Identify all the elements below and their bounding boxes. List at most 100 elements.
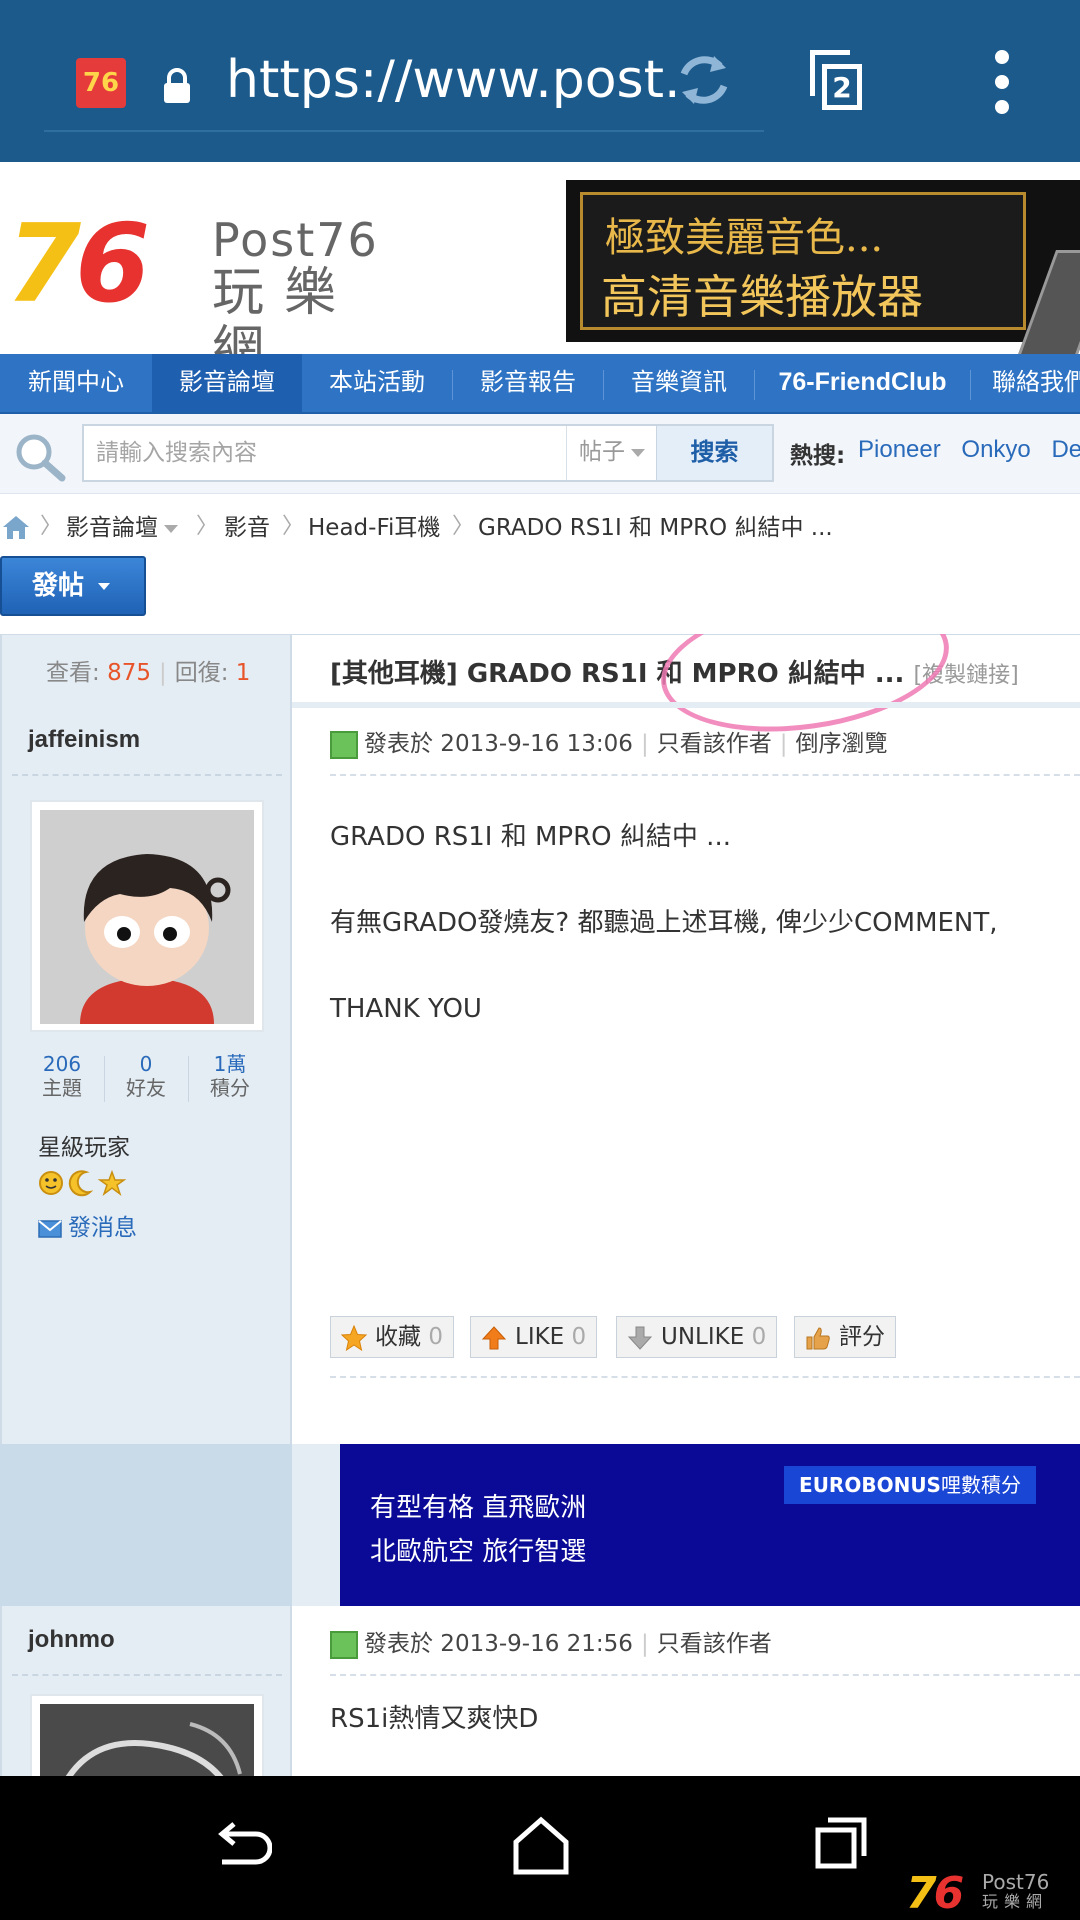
overflow-menu-icon[interactable] <box>990 50 1014 114</box>
divider <box>12 1674 282 1676</box>
hot-term-onkyo[interactable]: Onkyo <box>961 436 1030 463</box>
url-text[interactable]: https://www.post. <box>226 50 681 110</box>
arrow-up-icon <box>481 1326 507 1350</box>
back-icon[interactable] <box>212 1820 272 1876</box>
chevron-down-icon <box>98 583 111 590</box>
watermark-en: Post76 <box>982 1870 1050 1894</box>
breadcrumb-forum[interactable]: 影音論壇 <box>66 508 178 542</box>
like-label: LIKE <box>515 1324 565 1350</box>
post2-author[interactable]: johnmo <box>28 1626 115 1654</box>
recent-apps-icon[interactable] <box>814 1816 868 1870</box>
post2-avatar[interactable] <box>30 1694 264 1776</box>
nav-separator <box>970 370 971 400</box>
tab-count: 2 <box>822 64 862 110</box>
post1-profile-stats: 206 主題 0 好友 1萬 積分 <box>20 1052 270 1108</box>
views-label: 查看: <box>46 660 100 686</box>
home-icon[interactable] <box>2 514 30 540</box>
send-message-link[interactable]: 發消息 <box>38 1208 137 1242</box>
replies-count: 1 <box>235 660 251 686</box>
nav-item-news[interactable]: 新聞中心 <box>0 354 152 412</box>
thread-header: 查看: 875 | 回復: 1 [其他耳機] GRADO RS1I 和 MPRO 糾… <box>0 634 1080 749</box>
author-sidebar <box>0 634 292 1444</box>
chevron-down-icon <box>631 448 645 457</box>
reverse-order-link[interactable]: 倒序瀏覽 <box>795 731 887 757</box>
unlike-count: 0 <box>751 1324 767 1350</box>
stat-points[interactable]: 1萬 積分 <box>188 1052 272 1100</box>
divider <box>330 1674 1080 1676</box>
new-post-button[interactable]: 發帖 <box>0 556 146 616</box>
address-bar[interactable]: 76 https://www.post. <box>44 40 764 132</box>
nav-item-contact[interactable]: 聯絡我們 <box>992 354 1080 412</box>
views-count: 875 <box>107 660 151 686</box>
post1-rank: 星級玩家 <box>38 1135 130 1161</box>
nav-item-forum[interactable]: 影音論壇 <box>152 354 302 412</box>
ad-line1: 有型有格 直飛歐洲 <box>370 1493 587 1523</box>
nav-item-friendclub[interactable]: 76-FriendClub <box>755 354 970 412</box>
search-button[interactable]: 搜索 <box>656 426 772 480</box>
site-logo[interactable]: 76 Post76 玩樂網 <box>6 202 426 381</box>
divider <box>330 1376 1080 1378</box>
avatar-image <box>40 810 254 1024</box>
inline-ad[interactable]: 有型有格 直飛歐洲 北歐航空 旅行智選 EUROBONUS哩數積分 <box>340 1444 1080 1606</box>
chevron-down-icon <box>164 524 178 533</box>
tabs-switcher-icon[interactable]: 2 <box>808 46 874 118</box>
user-icon <box>330 1630 358 1659</box>
breadcrumb-separator: 〉 <box>452 514 475 539</box>
divider <box>330 774 1080 776</box>
favorite-button[interactable]: 收藏 0 <box>330 1316 454 1358</box>
divider <box>12 774 282 776</box>
nav-item-music[interactable]: 音樂資訊 <box>604 354 754 412</box>
stat-label: 主題 <box>42 1076 82 1100</box>
post1-avatar[interactable] <box>30 800 264 1032</box>
logo-number: 76 <box>6 202 150 327</box>
stat-friends[interactable]: 0 好友 <box>104 1052 188 1100</box>
breadcrumb: 〉 影音論壇 〉 影音 〉 Head-Fi耳機 〉 GRADO RS1I 和 M… <box>0 502 1080 548</box>
favorite-label: 收藏 <box>375 1324 421 1350</box>
watermark-cn: 玩樂網 <box>982 1892 1049 1911</box>
ad-text: 有型有格 直飛歐洲 北歐航空 旅行智選 <box>370 1486 586 1574</box>
logo-en: Post76 <box>212 213 379 267</box>
envelope-icon <box>38 1219 62 1238</box>
star-icon <box>341 1325 367 1351</box>
post1-body: GRADO RS1I 和 MPRO 糾結中 ... 有無GRADO發燒友? 都聽… <box>330 794 998 1052</box>
ad-badge-bold: EUROBONUS <box>799 1473 941 1497</box>
post1-author[interactable]: jaffeinism <box>28 726 140 754</box>
breadcrumb-separator: 〉 <box>282 514 305 539</box>
like-count: 0 <box>571 1324 587 1350</box>
arrow-down-icon <box>627 1326 653 1350</box>
breadcrumb-headfi[interactable]: Head-Fi耳機 <box>308 508 440 542</box>
nav-item-reports[interactable]: 影音報告 <box>453 354 603 412</box>
hot-term-pioneer[interactable]: Pioneer <box>858 436 941 463</box>
like-button[interactable]: LIKE 0 <box>470 1316 598 1358</box>
rate-button[interactable]: 評分 <box>794 1316 896 1358</box>
thread: 查看: 875 | 回復: 1 [其他耳機] GRADO RS1I 和 MPRO 糾… <box>0 634 1080 1776</box>
breadcrumb-av[interactable]: 影音 <box>224 508 270 542</box>
avatar-image <box>40 1704 254 1776</box>
search-input[interactable] <box>96 426 556 480</box>
stat-topics[interactable]: 206 主題 <box>20 1052 104 1100</box>
view-author-only-link[interactable]: 只看該作者 <box>657 1631 772 1657</box>
breadcrumb-forum-label: 影音論壇 <box>66 515 158 541</box>
title-divider <box>292 702 1080 708</box>
watermark-number: 76 <box>906 1868 964 1919</box>
home-icon[interactable] <box>512 1816 570 1876</box>
system-nav-bar: 76 Post76 玩樂網 <box>0 1776 1080 1920</box>
stat-label: 好友 <box>126 1076 166 1100</box>
post2-meta: 發表於 2013-9-16 21:56 | 只看該作者 <box>330 1624 772 1659</box>
reload-icon[interactable] <box>674 50 734 110</box>
stat-value: 206 <box>42 1052 82 1076</box>
header-banner-ad[interactable]: 極致美麗音色... 高清音樂播放器 <box>566 180 1080 360</box>
banner-frame: 極致美麗音色... 高清音樂播放器 <box>580 192 1026 330</box>
post1-line: GRADO RS1I 和 MPRO 糾結中 ... <box>330 822 731 852</box>
site-header: 76 Post76 玩樂網 極致美麗音色... 高清音樂播放器 <box>0 162 1080 381</box>
user-icon <box>330 730 358 759</box>
breadcrumb-thread[interactable]: GRADO RS1I 和 MPRO 糾結中 ... <box>478 508 833 542</box>
nav-item-events[interactable]: 本站活動 <box>302 354 452 412</box>
lock-icon <box>164 68 190 103</box>
search-type-label: 帖子 <box>579 439 625 465</box>
unlike-button[interactable]: UNLIKE 0 <box>616 1316 778 1358</box>
view-author-only-link[interactable]: 只看該作者 <box>657 731 772 757</box>
hot-term-denon[interactable]: Denon <box>1051 436 1080 463</box>
replies-label: 回復: <box>174 660 229 686</box>
search-type-select[interactable]: 帖子 <box>566 426 656 480</box>
